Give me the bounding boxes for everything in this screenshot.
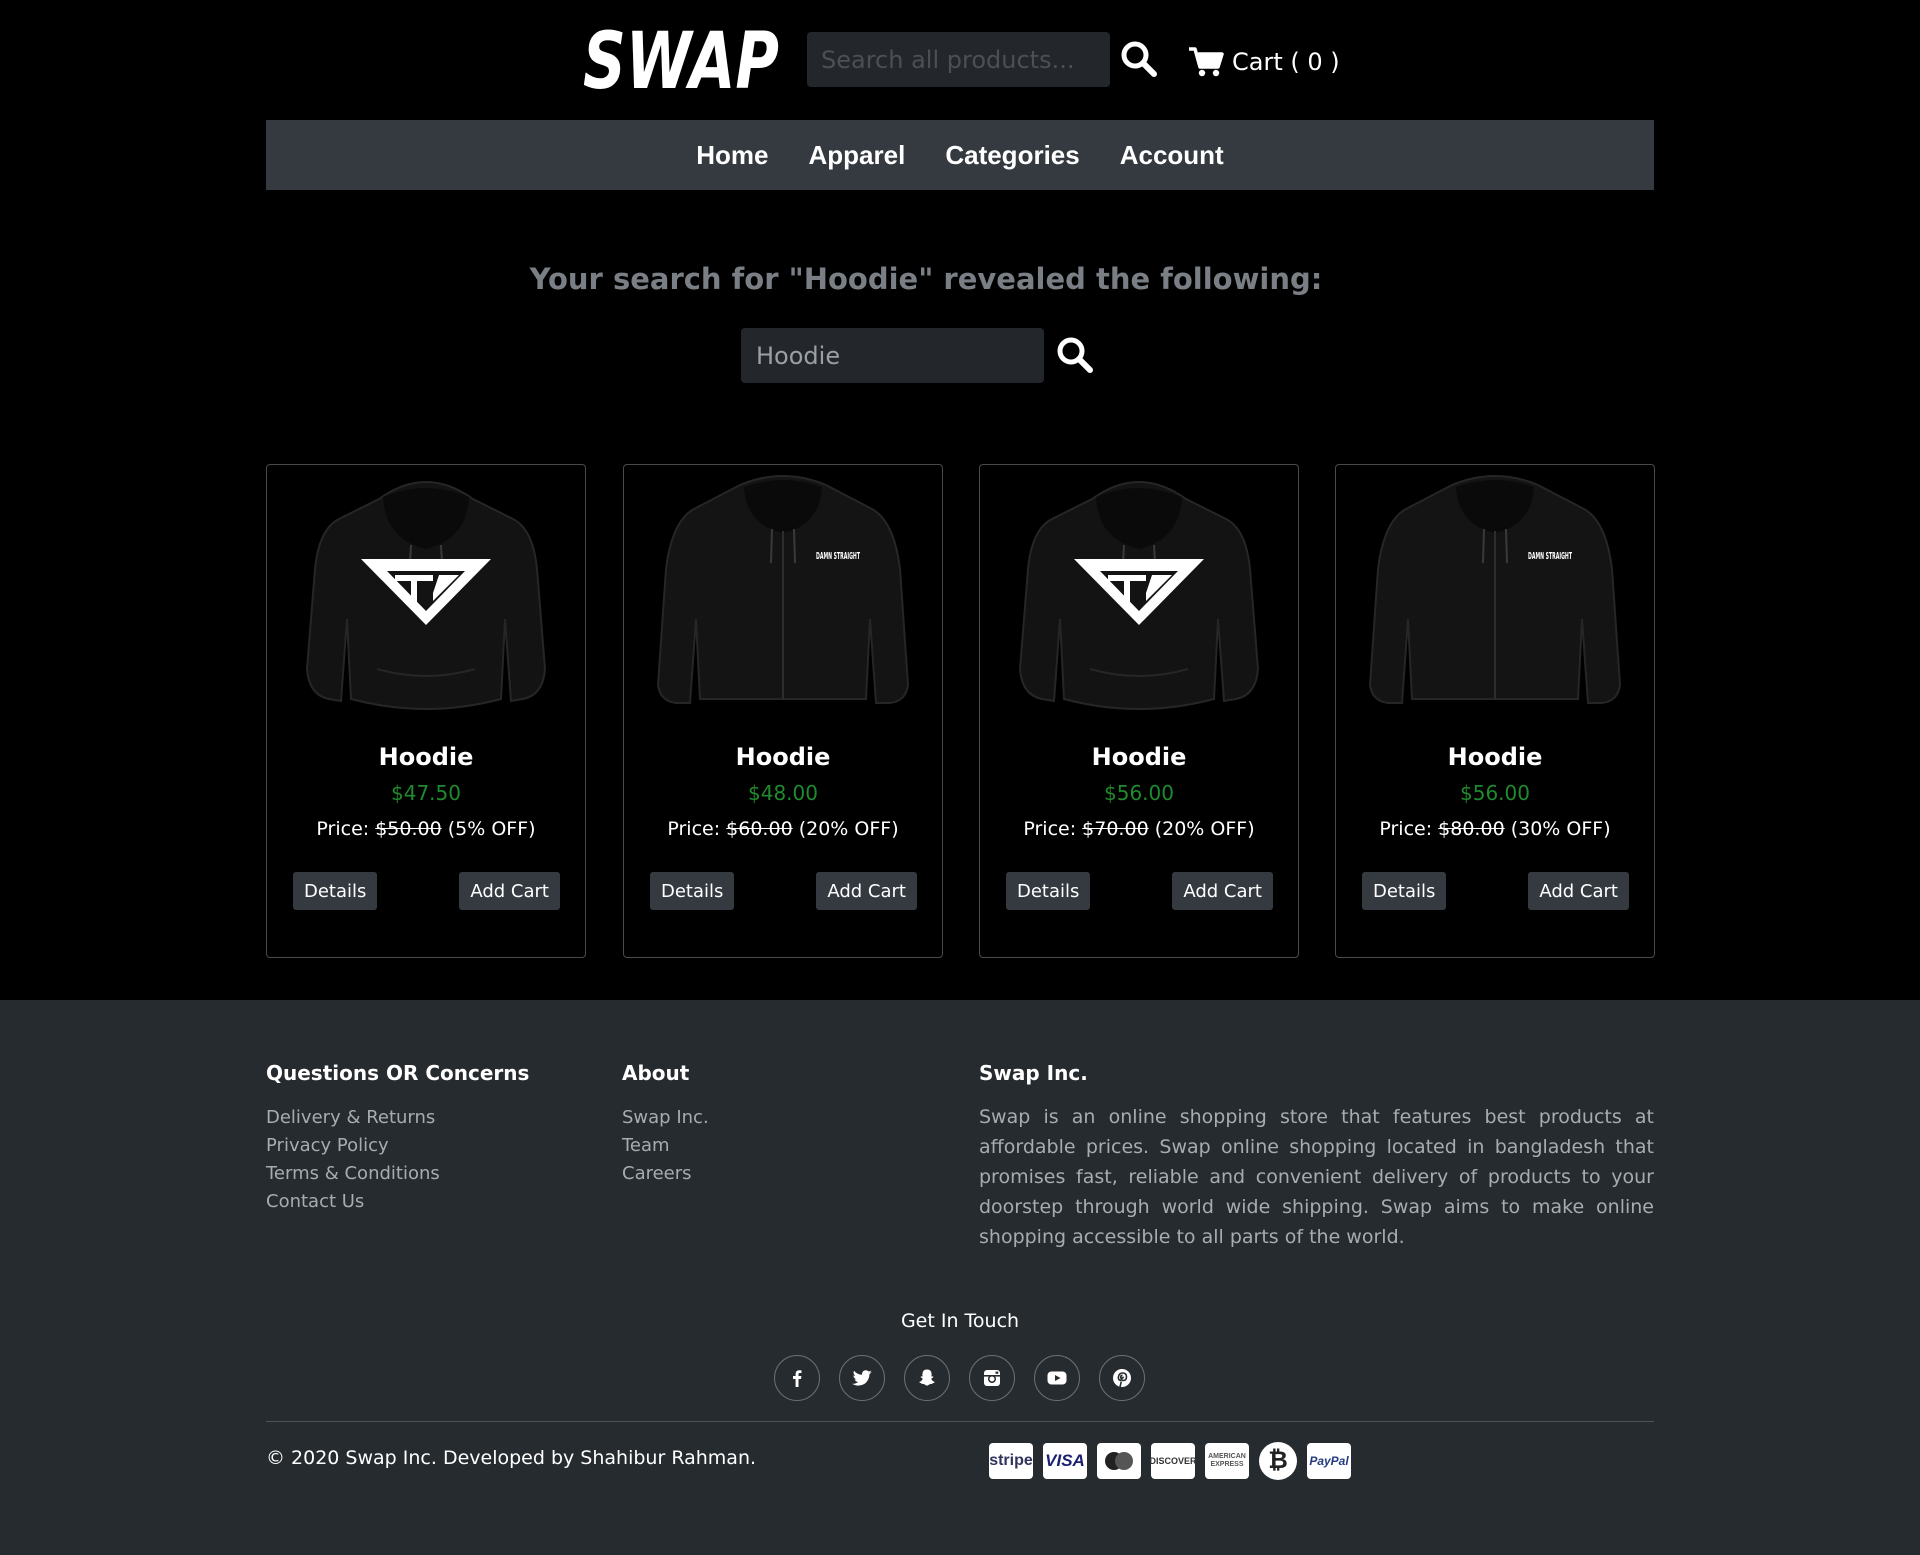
- get-in-touch-label: Get In Touch: [900, 1310, 1020, 1332]
- details-button[interactable]: Details: [650, 872, 735, 910]
- footer-link-delivery[interactable]: Delivery & Returns: [266, 1104, 440, 1132]
- details-button[interactable]: Details: [293, 872, 378, 910]
- mastercard-icon: [1097, 1443, 1141, 1479]
- cart-label: Cart ( 0 ): [1232, 48, 1340, 76]
- site-header: SWAP Cart ( 0 ): [0, 0, 1920, 120]
- copyright-text: © 2020 Swap Inc. Developed by Shahibur R…: [266, 1447, 757, 1469]
- product-card: Hoodie $47.50 Price: $50.00 (5% OFF) Det…: [266, 464, 586, 958]
- bitcoin-icon: ₿: [1259, 1442, 1297, 1480]
- product-price: $56.00: [1104, 781, 1174, 805]
- details-button[interactable]: Details: [1362, 872, 1447, 910]
- main-nav: Home Apparel Categories Account: [266, 120, 1654, 190]
- product-original-price: Price: $60.00 (20% OFF): [667, 818, 899, 840]
- swap-logo[interactable]: SWAP: [578, 14, 784, 100]
- discover-icon: DISCOVER: [1150, 1443, 1197, 1479]
- add-cart-button[interactable]: Add Cart: [459, 872, 560, 910]
- footer-company-description: Swap is an online shopping store that fe…: [979, 1106, 1654, 1248]
- logo-text: SWAP: [583, 17, 779, 100]
- footer-link-team[interactable]: Team: [622, 1132, 709, 1160]
- product-name: Hoodie: [735, 743, 831, 771]
- add-cart-button[interactable]: Add Cart: [1172, 872, 1273, 910]
- details-button[interactable]: Details: [1006, 872, 1091, 910]
- pinterest-icon[interactable]: [1099, 1355, 1145, 1401]
- product-card: Hoodie $56.00 Price: $70.00 (20% OFF) De…: [979, 464, 1299, 958]
- search-results-heading: Your search for "Hoodie" revealed the fo…: [529, 262, 1323, 296]
- payment-methods: stripe VISA DISCOVER AMERICAN EXPRESS ₿ …: [989, 1442, 1351, 1480]
- header-search-input[interactable]: [807, 32, 1110, 87]
- cart-icon: [1189, 47, 1224, 77]
- facebook-icon[interactable]: [774, 1355, 820, 1401]
- footer-link-swap-inc[interactable]: Swap Inc.: [622, 1104, 709, 1132]
- product-price: $56.00: [1460, 781, 1530, 805]
- product-name: Hoodie: [1091, 743, 1187, 771]
- product-name: Hoodie: [378, 743, 474, 771]
- pullover-hoodie-image[interactable]: [287, 469, 565, 729]
- stripe-icon: stripe: [989, 1443, 1033, 1479]
- hoodie-print-text: DAMN STRAIGHT: [816, 551, 860, 562]
- footer-questions-heading: Questions OR Concerns: [266, 1061, 530, 1085]
- search-icon[interactable]: [1118, 38, 1160, 80]
- pullover-hoodie-image[interactable]: [1000, 469, 1278, 729]
- social-links: [774, 1355, 1145, 1401]
- visa-icon: VISA: [1043, 1443, 1087, 1479]
- footer-about-links: Swap Inc. Team Careers: [622, 1104, 709, 1188]
- snapchat-icon[interactable]: [904, 1355, 950, 1401]
- amex-icon: AMERICAN EXPRESS: [1205, 1443, 1249, 1479]
- footer-link-contact[interactable]: Contact Us: [266, 1188, 440, 1216]
- paypal-icon: PayPal: [1307, 1443, 1351, 1479]
- product-original-price: Price: $70.00 (20% OFF): [1023, 818, 1255, 840]
- hoodie-print-text: DAMN STRAIGHT: [1528, 551, 1572, 562]
- nav-apparel[interactable]: Apparel: [809, 140, 906, 171]
- nav-account[interactable]: Account: [1120, 140, 1224, 171]
- footer-link-privacy[interactable]: Privacy Policy: [266, 1132, 440, 1160]
- search-input[interactable]: [741, 328, 1044, 383]
- footer-link-careers[interactable]: Careers: [622, 1160, 709, 1188]
- footer-about-heading: About: [622, 1061, 690, 1085]
- footer-divider: [266, 1421, 1654, 1422]
- footer-questions-links: Delivery & Returns Privacy Policy Terms …: [266, 1104, 440, 1216]
- zip-hoodie-image[interactable]: DAMN STRAIGHT: [1356, 469, 1634, 729]
- product-original-price: Price: $50.00 (5% OFF): [316, 818, 536, 840]
- instagram-icon[interactable]: [969, 1355, 1015, 1401]
- nav-home[interactable]: Home: [696, 140, 768, 171]
- nav-categories[interactable]: Categories: [945, 140, 1079, 171]
- search-submit-icon[interactable]: [1054, 334, 1096, 376]
- zip-hoodie-image[interactable]: DAMN STRAIGHT: [644, 469, 922, 729]
- product-name: Hoodie: [1447, 743, 1543, 771]
- add-cart-button[interactable]: Add Cart: [1528, 872, 1629, 910]
- twitter-icon[interactable]: [839, 1355, 885, 1401]
- footer-link-terms[interactable]: Terms & Conditions: [266, 1160, 440, 1188]
- product-card: DAMN STRAIGHT Hoodie $56.00 Price: $80.0…: [1335, 464, 1655, 958]
- product-price: $48.00: [748, 781, 818, 805]
- cart-button[interactable]: Cart ( 0 ): [1188, 40, 1340, 84]
- product-price: $47.50: [391, 781, 461, 805]
- product-card: DAMN STRAIGHT Hoodie $48.00 Price: $60.0…: [623, 464, 943, 958]
- footer-company-heading: Swap Inc.: [979, 1061, 1088, 1085]
- product-original-price: Price: $80.00 (30% OFF): [1379, 818, 1611, 840]
- site-footer: Questions OR Concerns Delivery & Returns…: [0, 1000, 1920, 1555]
- youtube-icon[interactable]: [1034, 1355, 1080, 1401]
- add-cart-button[interactable]: Add Cart: [816, 872, 917, 910]
